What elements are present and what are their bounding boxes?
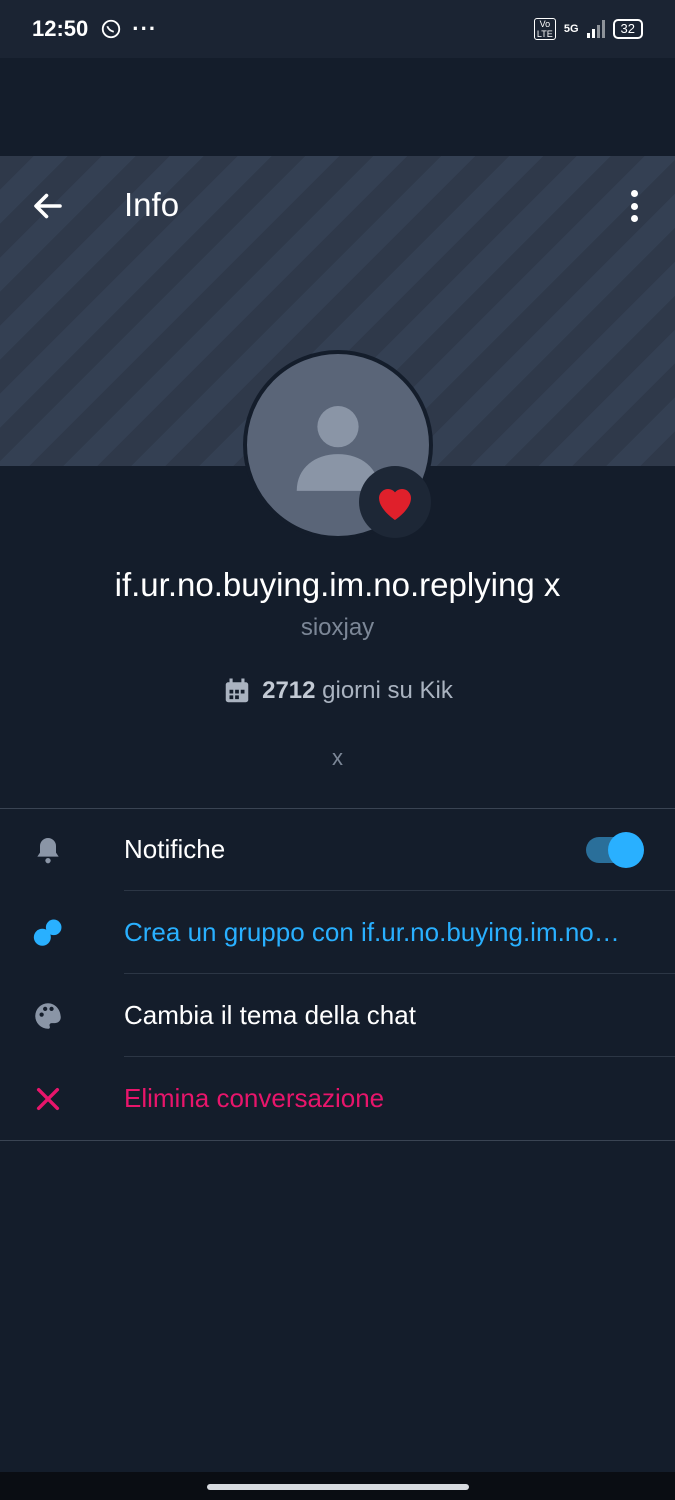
network-type: 5G <box>563 23 579 35</box>
days-count: 2712 <box>262 677 316 704</box>
bio: x <box>332 745 343 770</box>
change-theme-label: Cambia il tema della chat <box>124 1000 416 1030</box>
signal-icon <box>586 20 605 38</box>
days-text: giorni su Kik <box>322 677 453 704</box>
status-bar: 12:50 ··· Vo LTE 5G 32 <box>0 0 675 58</box>
status-time: 12:50 <box>32 16 89 41</box>
page-title: Info <box>124 186 180 223</box>
bell-icon <box>37 837 59 863</box>
avatar-container[interactable] <box>243 350 433 540</box>
heart-badge <box>359 466 431 538</box>
notifications-label: Notifiche <box>124 834 226 864</box>
delete-chat-row[interactable]: Elimina conversazione <box>0 1057 675 1140</box>
delete-chat-label: Elimina conversazione <box>124 1083 385 1113</box>
palette-icon <box>35 1002 61 1029</box>
more-notifications-icon: ··· <box>132 16 158 41</box>
more-options-button[interactable] <box>622 186 646 226</box>
dot-icon <box>630 190 638 197</box>
notifications-toggle[interactable] <box>586 831 644 868</box>
close-icon <box>36 1087 60 1110</box>
heart-icon <box>379 489 411 520</box>
create-group-label: Crea un gruppo con if.ur.no.buying.im.no… <box>124 917 620 947</box>
days-on-kik: 2712 giorni su Kik <box>0 676 675 706</box>
back-button[interactable] <box>30 188 66 224</box>
change-theme-row[interactable]: Cambia il tema della chat <box>0 974 675 1057</box>
arrow-left-icon <box>34 193 62 219</box>
home-indicator[interactable] <box>207 1484 469 1490</box>
display-name: if.ur.no.buying.im.no.replying x <box>114 566 561 603</box>
header: Info <box>0 170 675 242</box>
username: sioxjay <box>300 614 375 641</box>
divider <box>0 1140 675 1141</box>
calendar-icon <box>225 678 249 703</box>
whatsapp-icon <box>102 19 121 39</box>
battery-icon: 32 <box>612 19 643 39</box>
volte-icon: Vo LTE <box>533 18 556 40</box>
create-group-row[interactable]: Crea un gruppo con if.ur.no.buying.im.no… <box>0 891 675 974</box>
notifications-row[interactable]: Notifiche <box>0 808 675 891</box>
group-icon <box>33 919 62 946</box>
